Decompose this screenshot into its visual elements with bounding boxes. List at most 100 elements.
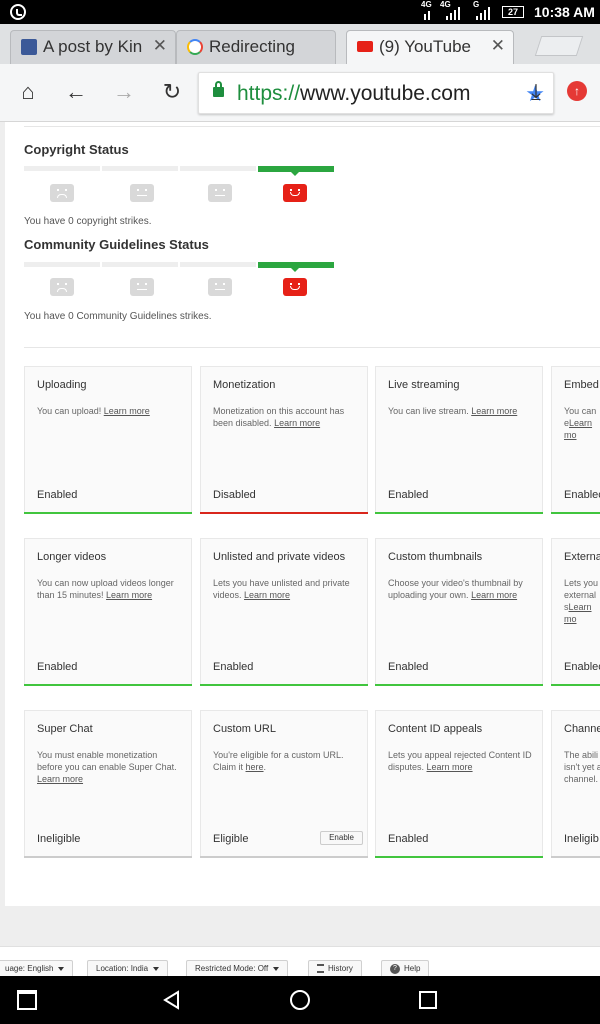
help-icon: ?: [390, 963, 400, 974]
feature-name: Externa: [564, 551, 600, 563]
channel-status-card: Copyright Status You have 0 copyright st…: [5, 122, 600, 906]
download-icon[interactable]: ⤓: [522, 78, 550, 106]
feature-status: Enabled: [37, 489, 78, 501]
learn-more-link[interactable]: Learn more: [427, 762, 473, 772]
strike-face-icon: [50, 278, 74, 296]
feature-name: Monetization: [213, 379, 276, 391]
forward-icon[interactable]: →: [110, 78, 138, 106]
tab-youtube[interactable]: (9) YouTube ✕: [346, 30, 514, 64]
community-strike-text: You have 0 Community Guidelines strikes.: [24, 311, 212, 322]
nav-recent-icon[interactable]: [419, 991, 437, 1009]
feature-custom-url: Custom URL You're eligible for a custom …: [200, 710, 368, 858]
history-button[interactable]: History: [308, 960, 362, 976]
learn-more-link[interactable]: Learn more: [471, 590, 517, 600]
back-icon[interactable]: ←: [62, 78, 90, 106]
feature-status: Enabled: [37, 661, 78, 673]
page-content: Copyright Status You have 0 copyright st…: [0, 122, 600, 976]
feature-unlisted-private: Unlisted and private videos Lets you hav…: [200, 538, 368, 686]
url-text: https://www.youtube.com: [237, 82, 471, 105]
system-nav-bar: [0, 976, 600, 1024]
update-icon[interactable]: ↑: [567, 81, 587, 101]
feature-desc: Lets you external sLearn mo: [564, 578, 599, 624]
close-icon[interactable]: ✕: [491, 36, 505, 56]
feature-status: Enablec: [564, 661, 600, 673]
learn-more-link[interactable]: Learn more: [274, 418, 320, 428]
feature-custom-thumbnails: Custom thumbnails Choose your video's th…: [375, 538, 543, 686]
lock-icon: [213, 81, 224, 97]
happy-face-icon: [283, 278, 307, 296]
restricted-mode-select[interactable]: Restricted Mode: Off: [186, 960, 289, 976]
copyright-strike-bar: [24, 166, 336, 176]
learn-more-link[interactable]: Learn mo: [564, 602, 592, 624]
feature-uploading: Uploading You can upload! Learn more Ena…: [24, 366, 192, 514]
feature-desc: Lets you appeal rejected Content ID disp…: [388, 750, 532, 772]
feature-status: Disabled: [213, 489, 256, 501]
feature-status: Enabled: [213, 661, 254, 673]
feature-external: Externa Lets you external sLearn mo Enab…: [551, 538, 600, 686]
learn-more-link[interactable]: Learn mo: [564, 418, 592, 440]
reload-icon[interactable]: ↻: [158, 78, 186, 106]
feature-desc: You can live stream. Learn more: [388, 406, 518, 416]
youtube-icon: [357, 41, 373, 52]
feature-name: Super Chat: [37, 723, 93, 735]
page-footer: uage: English Location: India Restricted…: [0, 946, 600, 976]
feature-desc: Lets you have unlisted and private video…: [213, 578, 350, 600]
google-icon: [187, 39, 203, 55]
nav-home-icon[interactable]: [290, 990, 310, 1010]
location-select[interactable]: Location: India: [87, 960, 169, 976]
feature-name: Uploading: [37, 379, 87, 391]
tab-title: A post by Kin: [43, 37, 143, 56]
feature-desc: You can eLearn mo: [564, 406, 597, 440]
feature-name: Live streaming: [388, 379, 460, 391]
copyright-status-title: Copyright Status: [24, 142, 129, 157]
tab-redirecting[interactable]: Redirecting: [176, 30, 336, 64]
window-icon[interactable]: [17, 990, 37, 1010]
strike-face-icon: [208, 278, 232, 296]
nav-back-icon[interactable]: [162, 990, 182, 1010]
community-strike-bar: [24, 262, 336, 272]
feature-super-chat: Super Chat You must enable monetization …: [24, 710, 192, 858]
tab-strip: A post by Kin ✕ Redirecting (9) YouTube …: [0, 24, 600, 64]
feature-desc: You're eligible for a custom URL. Claim …: [213, 750, 344, 772]
feature-status: Ineligible: [37, 833, 81, 845]
learn-more-link[interactable]: Learn more: [244, 590, 290, 600]
feature-status: Enablec: [564, 489, 600, 501]
tab-facebook[interactable]: A post by Kin ✕: [10, 30, 176, 64]
chevron-down-icon: [58, 966, 65, 971]
feature-desc: You can now upload videos longer than 15…: [37, 578, 174, 600]
feature-content-id-appeals: Content ID appeals Lets you appeal rejec…: [375, 710, 543, 858]
home-icon[interactable]: ⌂: [14, 78, 42, 106]
help-button[interactable]: ? Help: [381, 960, 430, 976]
feature-status: Enabled: [388, 661, 429, 673]
address-bar[interactable]: https://www.youtube.com ★: [198, 72, 554, 114]
whatsapp-icon: [10, 4, 26, 20]
learn-more-link[interactable]: Learn more: [37, 774, 83, 784]
feature-desc: Monetization on this account has been di…: [213, 406, 345, 428]
learn-more-link[interactable]: Learn more: [471, 406, 517, 416]
signal-icon: [446, 6, 460, 20]
feature-status: Ineligib: [564, 833, 599, 845]
learn-more-link[interactable]: Learn more: [104, 406, 150, 416]
feature-longer-videos: Longer videos You can now upload videos …: [24, 538, 192, 686]
feature-status: Eligible: [213, 833, 249, 845]
here-link[interactable]: here: [246, 762, 264, 772]
new-tab-button[interactable]: [534, 36, 584, 56]
feature-name: Embed: [564, 379, 599, 391]
feature-channel: Channe The abili isn't yet a channel. In…: [551, 710, 600, 858]
close-icon[interactable]: ✕: [153, 36, 167, 56]
community-status-title: Community Guidelines Status: [24, 237, 209, 252]
battery-icon: 27: [502, 6, 524, 18]
strike-face-icon: [130, 278, 154, 296]
feature-name: Channe: [564, 723, 600, 735]
learn-more-link[interactable]: Learn more: [106, 590, 152, 600]
feature-monetization: Monetization Monetization on this accoun…: [200, 366, 368, 514]
feature-name: Content ID appeals: [388, 723, 483, 735]
feature-embed: Embed You can eLearn mo Enablec: [551, 366, 600, 514]
signal-icon: [420, 6, 434, 20]
enable-button[interactable]: Enable: [320, 831, 363, 845]
status-bar: 4G 4G G 27 10:38 AM: [0, 0, 600, 24]
strike-face-icon: [50, 184, 74, 202]
facebook-icon: [21, 39, 37, 55]
language-select[interactable]: uage: English: [0, 960, 74, 976]
strike-face-icon: [130, 184, 154, 202]
